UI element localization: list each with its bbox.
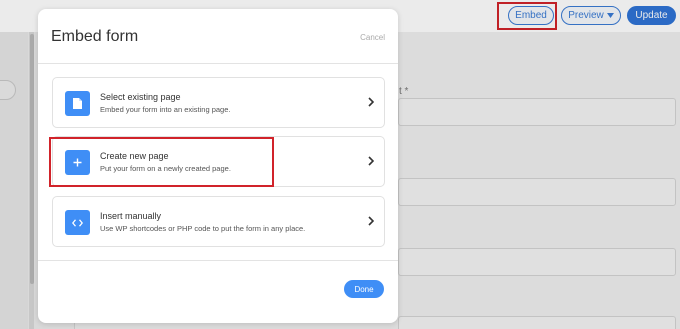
cancel-button[interactable]: Cancel: [360, 33, 385, 42]
chevron-right-icon: [368, 156, 374, 166]
done-button[interactable]: Done: [344, 280, 384, 298]
done-button-label: Done: [354, 284, 374, 294]
modal-footer-divider: [38, 260, 398, 261]
option-insert-manually[interactable]: Insert manually Use WP shortcodes or PHP…: [52, 196, 385, 247]
option-description: Use WP shortcodes or PHP code to put the…: [100, 224, 306, 233]
option-select-existing-page[interactable]: Select existing page Embed your form int…: [52, 77, 385, 128]
code-icon: [65, 210, 90, 235]
page-icon: [65, 91, 90, 116]
modal-header: Embed form Cancel: [38, 9, 398, 64]
create-page-highlight: [49, 137, 274, 187]
chevron-right-icon: [368, 97, 374, 107]
option-title: Insert manually: [100, 211, 162, 221]
chevron-right-icon: [368, 216, 374, 226]
option-title: Select existing page: [100, 92, 181, 102]
modal-title: Embed form: [51, 28, 139, 45]
option-description: Embed your form into an existing page.: [100, 105, 231, 114]
